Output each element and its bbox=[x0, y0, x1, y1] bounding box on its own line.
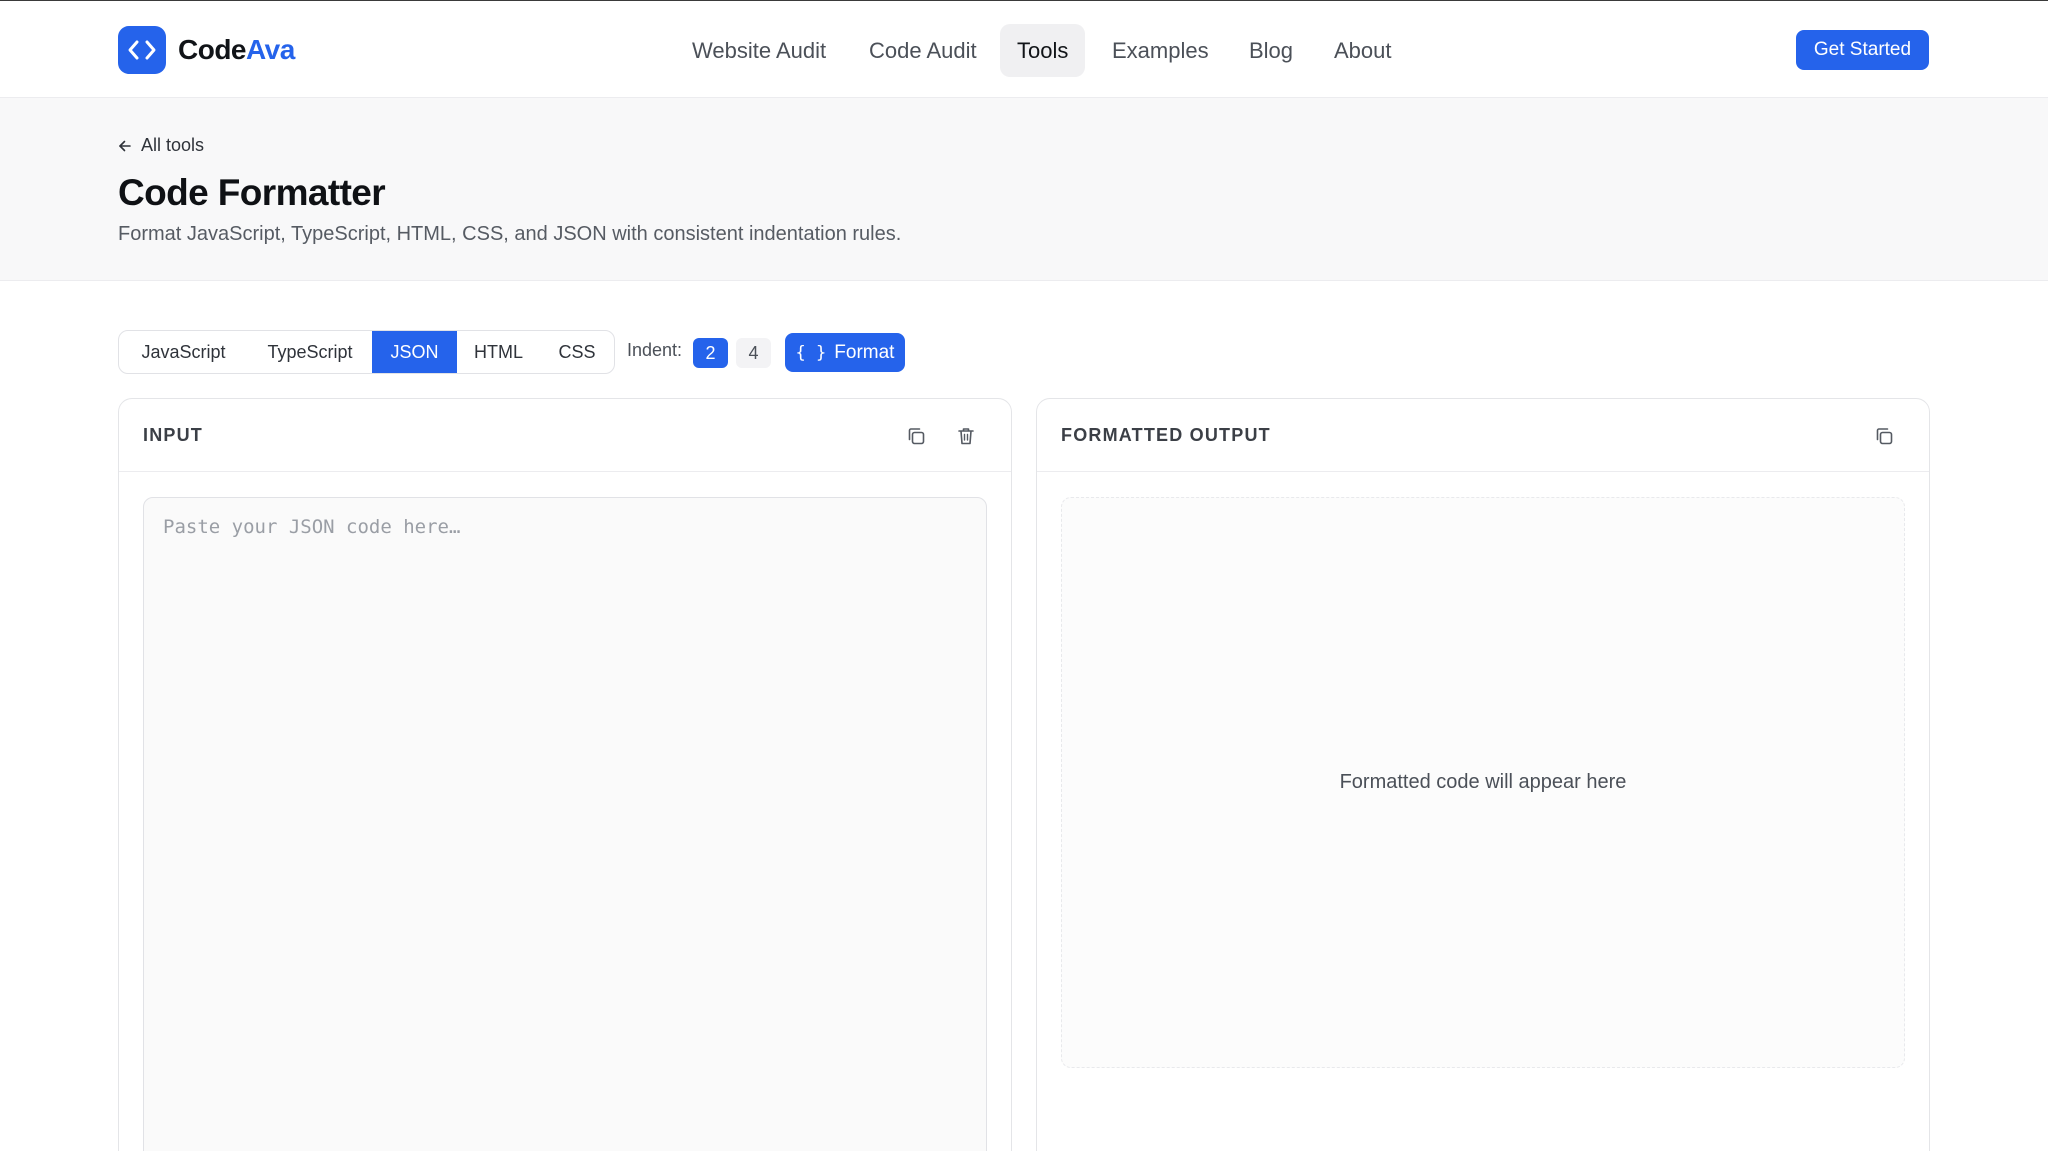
trash-icon[interactable] bbox=[951, 421, 981, 451]
format-button-label: Format bbox=[834, 341, 895, 363]
back-link-label: All tools bbox=[141, 135, 205, 155]
nav-item-code-audit[interactable]: Code Audit bbox=[852, 24, 994, 77]
code-input-textarea[interactable] bbox=[143, 497, 987, 1151]
formatted-output-area: Formatted code will appear here bbox=[1061, 497, 1905, 1068]
format-button[interactable]: { } Format bbox=[785, 333, 905, 372]
input-panel: INPUT bbox=[118, 398, 1012, 1151]
indent-label: Indent: bbox=[627, 340, 683, 360]
nav-item-about[interactable]: About bbox=[1317, 24, 1409, 77]
output-panel-header: FORMATTED OUTPUT bbox=[1037, 399, 1929, 472]
output-panel: FORMATTED OUTPUT Formatted code will app… bbox=[1036, 398, 1930, 1151]
arrow-left-icon bbox=[119, 140, 131, 151]
page-subtitle: Format JavaScript, TypeScript, HTML, CSS… bbox=[118, 223, 902, 245]
main-nav: Website Audit Code Audit Tools Examples … bbox=[0, 1, 2048, 98]
lang-option-json[interactable]: JSON bbox=[372, 331, 457, 373]
nav-item-website-audit[interactable]: Website Audit bbox=[675, 24, 843, 77]
output-placeholder-text: Formatted code will appear here bbox=[1339, 771, 1627, 793]
nav-item-tools[interactable]: Tools bbox=[1000, 24, 1086, 77]
lang-option-html[interactable]: HTML bbox=[457, 331, 540, 373]
lang-option-css[interactable]: CSS bbox=[540, 331, 614, 373]
page-title: Code Formatter bbox=[118, 172, 386, 213]
page-hero: All tools Code Formatter Format JavaScri… bbox=[0, 98, 2048, 281]
get-started-button[interactable]: Get Started bbox=[1796, 30, 1929, 70]
output-panel-title: FORMATTED OUTPUT bbox=[1061, 425, 1271, 445]
lang-option-javascript[interactable]: JavaScript bbox=[119, 331, 248, 373]
input-panel-title: INPUT bbox=[143, 425, 203, 445]
indent-option-2[interactable]: 2 bbox=[693, 338, 728, 368]
nav-item-examples[interactable]: Examples bbox=[1095, 24, 1226, 77]
copy-icon[interactable] bbox=[901, 421, 931, 451]
copy-icon[interactable] bbox=[1869, 421, 1899, 451]
braces-icon: { } bbox=[795, 342, 827, 363]
back-link[interactable]: All tools bbox=[118, 135, 204, 156]
language-selector: JavaScript TypeScript JSON HTML CSS bbox=[118, 330, 615, 374]
lang-option-typescript[interactable]: TypeScript bbox=[248, 331, 372, 373]
nav-item-blog[interactable]: Blog bbox=[1232, 24, 1310, 77]
indent-option-4[interactable]: 4 bbox=[736, 338, 771, 368]
site-header: CodeAva Website Audit Code Audit Tools E… bbox=[0, 1, 2048, 98]
input-panel-header: INPUT bbox=[119, 399, 1011, 472]
